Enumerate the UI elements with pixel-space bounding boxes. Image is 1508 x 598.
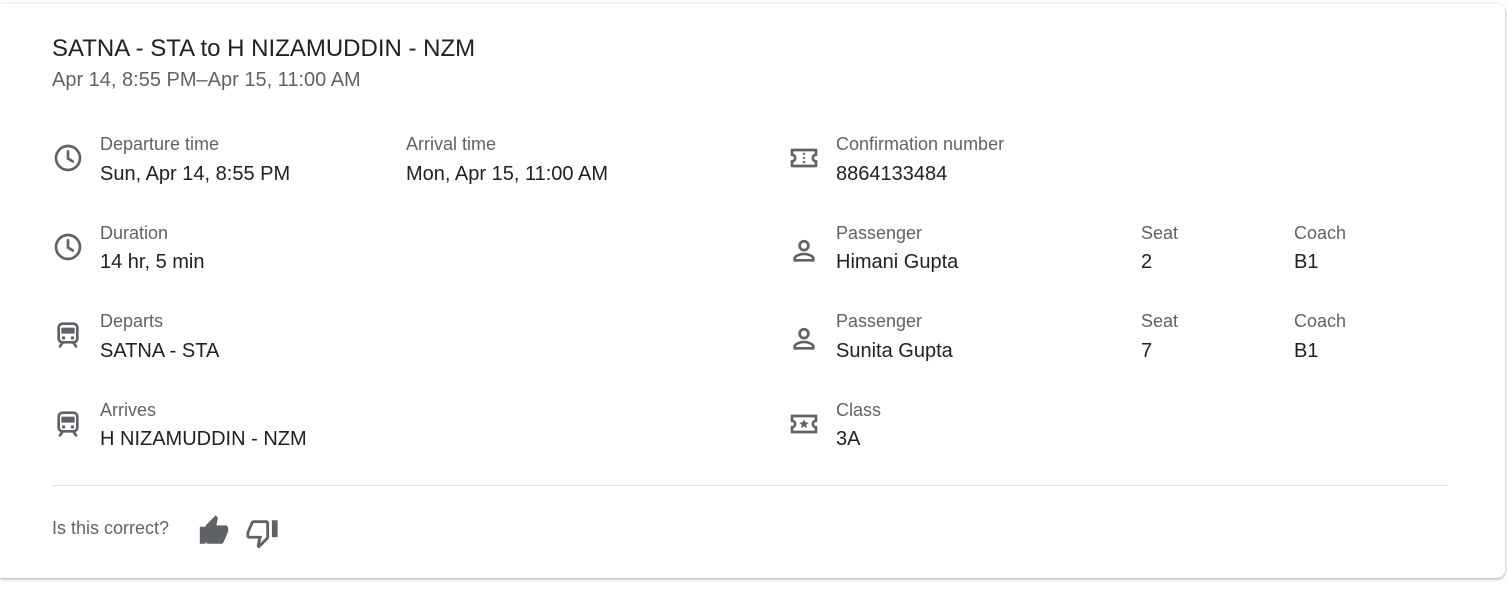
clock-icon — [52, 231, 84, 263]
passenger-name: Sunita Gupta — [836, 340, 953, 362]
coach-label: Coach — [1294, 311, 1347, 331]
coach-value: B1 — [1294, 340, 1319, 362]
clock-icon — [52, 142, 84, 174]
arrival-time-value: Mon, Apr 15, 11:00 AM — [406, 163, 608, 185]
thumbs-down-button[interactable] — [245, 516, 279, 550]
departure-time-label: Departure time — [100, 134, 220, 154]
seat-value: 2 — [1141, 251, 1153, 273]
departs-value: SATNA - STA — [100, 340, 220, 362]
passenger-name: Himani Gupta — [836, 251, 959, 273]
seat-label: Seat — [1141, 223, 1179, 243]
class-value: 3A — [836, 428, 861, 450]
class-label: Class — [836, 400, 882, 420]
train-icon — [52, 408, 84, 440]
duration-value: 14 hr, 5 min — [100, 251, 205, 273]
seat-label: Seat — [1141, 311, 1179, 331]
trip-details-card: SATNA - STA to H NIZAMUDDIN - NZM Apr 14… — [0, 4, 1505, 578]
seat-value: 7 — [1141, 340, 1153, 362]
feedback-prompt: Is this correct? — [52, 518, 170, 538]
arrives-value: H NIZAMUDDIN - NZM — [100, 428, 307, 450]
thumbs-down-icon — [246, 520, 278, 549]
trip-date-range: Apr 14, 8:55 PM–Apr 15, 11:00 AM — [52, 69, 361, 91]
train-icon — [52, 319, 84, 351]
passenger-label: Passenger — [836, 223, 923, 243]
departure-time-value: Sun, Apr 14, 8:55 PM — [100, 163, 291, 185]
person-icon — [788, 235, 820, 267]
duration-label: Duration — [100, 223, 169, 243]
arrives-label: Arrives — [100, 400, 157, 420]
ticket-star-icon — [788, 408, 820, 440]
arrival-time-label: Arrival time — [406, 134, 497, 154]
confirmation-label: Confirmation number — [836, 134, 1005, 154]
coach-value: B1 — [1294, 251, 1319, 273]
divider — [52, 485, 1448, 486]
thumbs-up-icon — [199, 515, 229, 544]
passenger-label: Passenger — [836, 311, 923, 331]
thumbs-up-button[interactable] — [197, 514, 231, 548]
ticket-icon — [788, 142, 820, 174]
departs-label: Departs — [100, 311, 164, 331]
coach-label: Coach — [1294, 223, 1347, 243]
confirmation-value: 8864133484 — [836, 163, 948, 185]
person-icon — [788, 323, 820, 355]
trip-title: SATNA - STA to H NIZAMUDDIN - NZM — [52, 35, 476, 62]
